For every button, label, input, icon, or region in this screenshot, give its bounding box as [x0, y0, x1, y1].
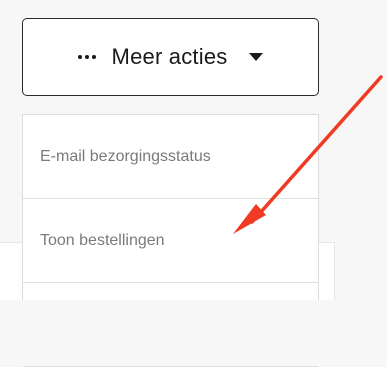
more-actions-label: Meer acties — [111, 44, 228, 69]
caret-down-icon — [249, 53, 264, 61]
menu-item-label: Toon bestellingen — [40, 231, 165, 249]
menu-item-more[interactable] — [23, 283, 318, 367]
actions-dropdown-menu: E-mail bezorgingsstatus Toon bestellinge… — [22, 114, 319, 367]
menu-item-label: E-mail bezorgingsstatus — [40, 147, 211, 165]
menu-item-show-orders[interactable]: Toon bestellingen — [23, 199, 318, 283]
more-actions-button[interactable]: Meer acties — [22, 18, 319, 96]
ellipsis-icon — [77, 55, 96, 59]
menu-item-email-delivery-status[interactable]: E-mail bezorgingsstatus — [23, 115, 318, 199]
